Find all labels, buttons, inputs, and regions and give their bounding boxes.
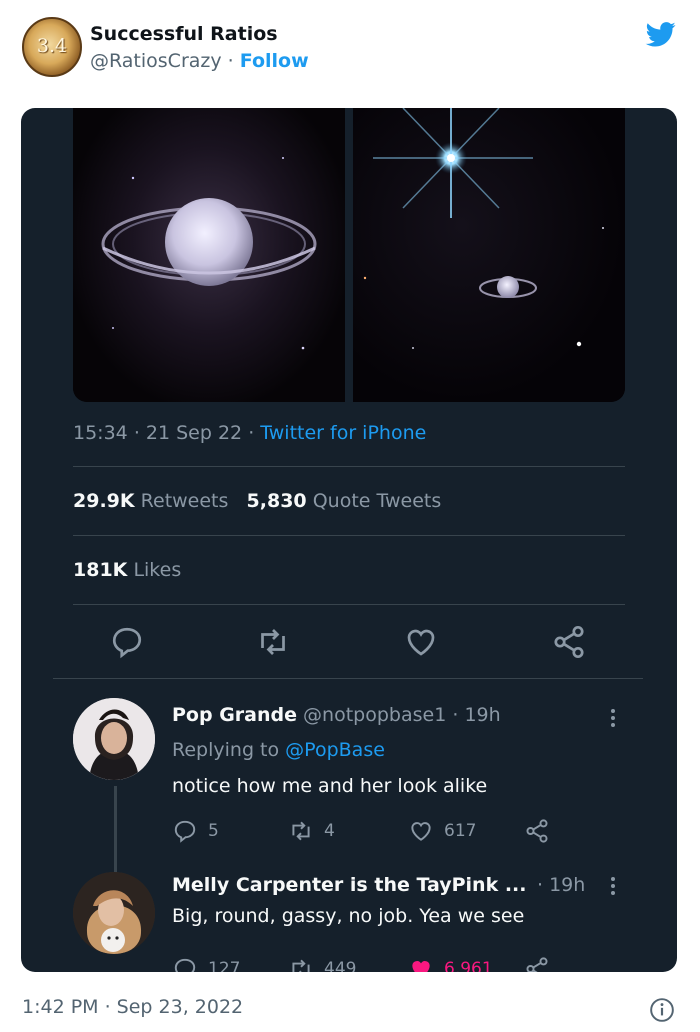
tweet-source-link[interactable]: Twitter for iPhone [260,422,426,444]
likes-count: 181K [73,559,128,581]
replying-to-line: Replying to @PopBase [172,739,385,761]
like-filled-icon [412,961,430,972]
neptune-wide-illustration [363,108,604,349]
info-icon[interactable] [649,997,675,1023]
reply-retweet-button[interactable]: 449 [288,954,356,972]
neptune-wide-image[interactable] [353,108,625,402]
reply-actions: 127 449 6,961 [172,954,572,972]
avatar-ratio-text: 3.4 [36,35,68,57]
reply-dot: · [537,874,544,896]
meta-dot: · [248,422,261,444]
reply-count: 127 [208,959,241,972]
like-icon [411,822,431,841]
reply-icon [174,820,196,843]
reply-avatar[interactable] [73,698,155,780]
retweet-count: 449 [324,959,357,972]
reply-dot: · [452,704,459,726]
follow-button[interactable]: Follow [240,50,309,72]
twitter-bird-icon[interactable] [644,19,678,49]
share-icon[interactable] [549,624,589,660]
reply-author-name[interactable]: Pop Grande [172,704,297,726]
divider [53,678,643,679]
likes-label: Likes [133,559,182,581]
divider [73,535,625,536]
like-count: 6,961 [444,959,493,972]
tweet-date: 21 Sep 22 [145,422,243,444]
reply-tweet[interactable]: Pop Grande @notpopbase1 · 19h Replying t… [21,694,677,882]
meta-dot: · [133,422,146,444]
reply-avatar[interactable] [73,872,155,954]
reply-like-button[interactable]: 617 [408,816,476,846]
tweet-meta: 15:34 · 21 Sep 22 · Twitter for iPhone [73,422,426,444]
likes-stat[interactable]: 181K Likes [73,559,181,581]
reply-reply-button[interactable]: 127 [172,954,240,972]
embed-timestamp[interactable]: 1:42 PM · Sep 23, 2022 [22,996,243,1018]
share-icon [526,957,548,972]
share-icon [526,819,548,843]
reply-icon [174,958,196,972]
replying-to-handle[interactable]: @PopBase [285,739,385,761]
reply-author-name[interactable]: Melly Carpenter is the TayPink ... [172,874,526,896]
reply-age[interactable]: 19h [464,704,500,726]
quote-tweets-stat[interactable]: 5,830 Quote Tweets [247,490,442,512]
account-avatar[interactable]: 3.4 [22,17,82,77]
more-options-icon[interactable] [608,708,618,728]
account-name[interactable]: Successful Ratios [90,23,278,45]
more-options-icon[interactable] [608,876,618,896]
tweet-screenshot-card: 15:34 · 21 Sep 22 · Twitter for iPhone 2… [21,108,677,972]
reply-count: 5 [208,821,219,841]
embed-header: 3.4 Successful Ratios @RatiosCrazy · Fol… [0,0,700,100]
neptune-closeup-image[interactable] [73,108,345,402]
reply-text: notice how me and her look alike [172,775,488,797]
retweet-icon [292,821,310,841]
quote-tweets-label: Quote Tweets [312,490,442,512]
reply-header: Pop Grande @notpopbase1 · 19h [172,704,501,726]
retweets-label: Retweets [140,490,229,512]
reply-author-handle[interactable]: @notpopbase1 [303,704,446,726]
reply-like-button[interactable]: 6,961 [408,954,493,972]
media-divider [345,108,353,402]
retweet-icon [292,959,310,972]
avatar-illustration [73,698,155,780]
reply-actions: 5 4 617 [172,816,572,846]
reply-text: Big, round, gassy, no job. Yea we see [172,905,525,927]
reply-reply-button[interactable]: 5 [172,816,219,846]
quote-tweets-count: 5,830 [246,490,307,512]
reply-share-button[interactable] [524,954,550,972]
retweet-count: 4 [324,821,335,841]
avatar-illustration [73,872,155,954]
reply-header: Melly Carpenter is the TayPink ... [172,874,526,896]
reply-icon[interactable] [107,624,147,660]
retweets-stat[interactable]: 29.9K Retweets [73,490,228,512]
reply-share-button[interactable] [524,816,550,846]
tweet-action-bar [73,624,625,664]
neptune-closeup-illustration [101,157,317,350]
retweets-count: 29.9K [73,490,135,512]
reply-age[interactable]: 19h [549,874,585,896]
divider [73,604,625,605]
separator-dot: · [227,50,234,72]
reply-age-wrap: · 19h [537,874,585,896]
tweet-media[interactable] [73,108,625,402]
account-handle[interactable]: @RatiosCrazy [90,50,222,72]
tweet-stats-retweets: 29.9K Retweets 5,830 Quote Tweets [73,490,441,512]
account-handle-row: @RatiosCrazy · Follow [90,50,309,72]
reply-retweet-button[interactable]: 4 [288,816,335,846]
divider [73,466,625,467]
retweet-icon[interactable] [253,624,293,660]
tweet-time: 15:34 [73,422,128,444]
reply-tweet[interactable]: Melly Carpenter is the TayPink ... · 19h… [21,868,677,972]
replying-to-prefix: Replying to [172,739,280,761]
like-count: 617 [444,821,477,841]
like-icon[interactable] [401,624,441,660]
